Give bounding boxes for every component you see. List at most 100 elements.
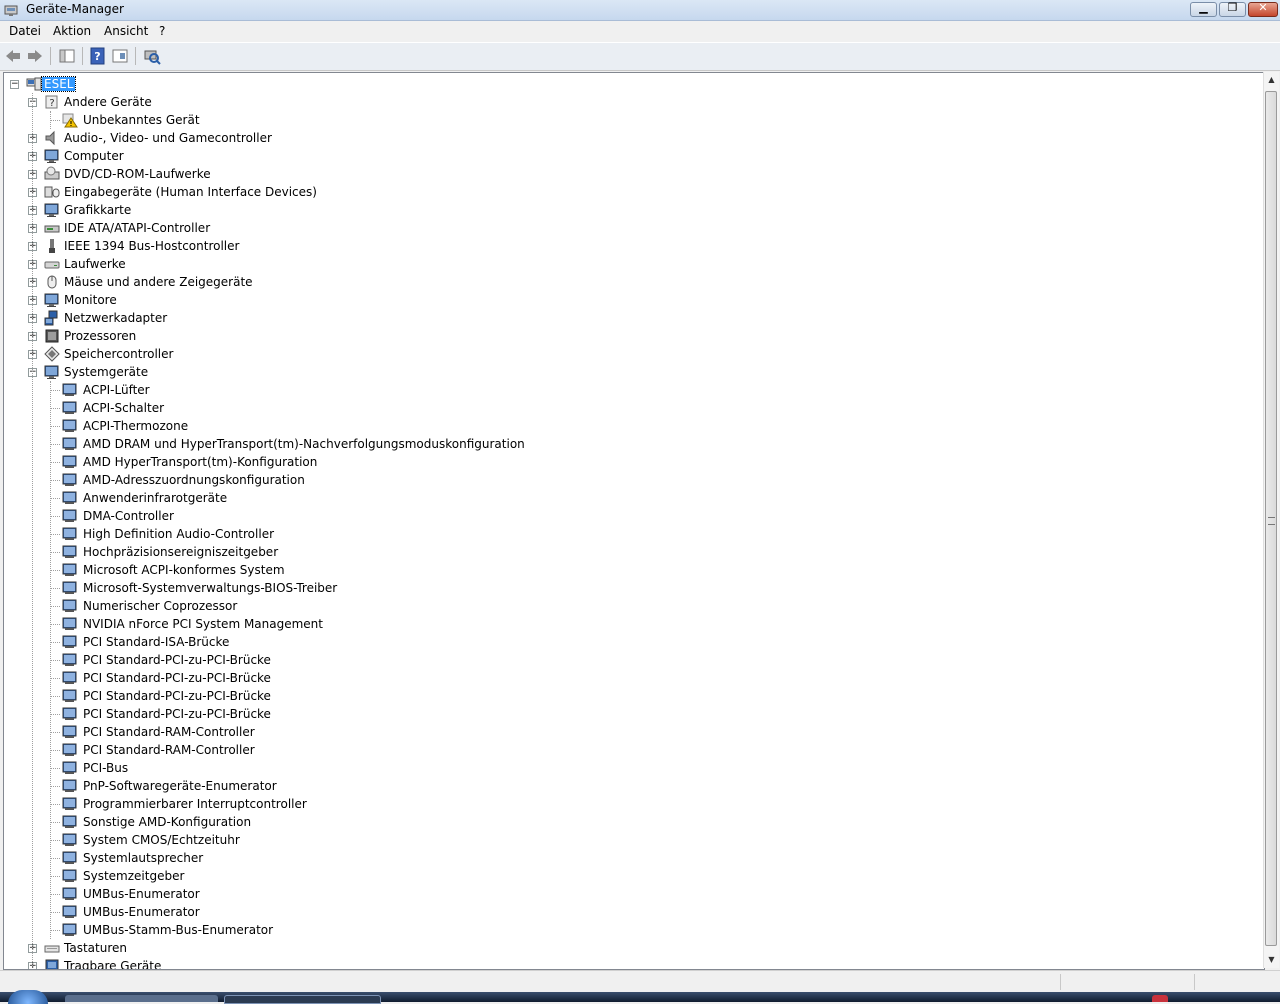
minimize-button[interactable]: ▁ xyxy=(1190,1,1217,17)
tree-device[interactable]: AMD HyperTransport(tm)-Konfiguration xyxy=(81,453,319,471)
toolbar-separator xyxy=(135,47,136,65)
device-tree[interactable]: − ESEL −? Andere Geräte Unbekanntes Gerät + Au… xyxy=(3,72,1265,970)
tree-device[interactable]: UMBus-Enumerator xyxy=(81,885,202,903)
properties-icon[interactable] xyxy=(111,47,129,65)
tree-device[interactable]: Systemlautsprecher xyxy=(81,849,205,867)
tree-device[interactable]: DMA-Controller xyxy=(81,507,176,525)
menu-datei[interactable]: Datei xyxy=(9,24,41,38)
tree-device[interactable]: Hochpräzisionsereigniszeitgeber xyxy=(81,543,280,561)
tree-category[interactable]: Laufwerke xyxy=(62,255,128,273)
menu-ansicht[interactable]: Ansicht xyxy=(104,24,148,38)
tree-device[interactable]: ACPI-Schalter xyxy=(81,399,166,417)
tree-device[interactable]: Microsoft ACPI-konformes System xyxy=(81,561,287,579)
tree-device[interactable]: AMD DRAM und HyperTransport(tm)-Nachverf… xyxy=(81,435,527,453)
child-system-icon xyxy=(62,634,78,650)
tree-item-label: Computer xyxy=(64,149,124,163)
tree-item-label: PnP-Softwaregeräte-Enumerator xyxy=(83,779,277,793)
tree-guide-line xyxy=(50,822,60,823)
tree-device[interactable]: PnP-Softwaregeräte-Enumerator xyxy=(81,777,279,795)
menu-aktion[interactable]: Aktion xyxy=(53,24,91,38)
tree-device[interactable]: ACPI-Lüfter xyxy=(81,381,152,399)
tree-item-label: UMBus-Enumerator xyxy=(83,887,200,901)
restore-button[interactable]: ❐ xyxy=(1219,1,1246,17)
tree-device[interactable]: AMD-Adresszuordnungskonfiguration xyxy=(81,471,307,489)
tree-category[interactable]: Prozessoren xyxy=(62,327,138,345)
tree-guide-line xyxy=(50,480,60,481)
tree-item-label: UMBus-Enumerator xyxy=(83,905,200,919)
tree-device[interactable]: PCI Standard-PCI-zu-PCI-Brücke xyxy=(81,651,273,669)
taskbar-button[interactable] xyxy=(65,995,218,1002)
tree-device[interactable]: System CMOS/Echtzeituhr xyxy=(81,831,242,849)
tree-category[interactable]: Grafikkarte xyxy=(62,201,133,219)
tree-category[interactable]: IDE ATA/ATAPI-Controller xyxy=(62,219,212,237)
tree-guide-line xyxy=(50,552,60,553)
tray-icon[interactable] xyxy=(1152,995,1168,1002)
status-bar xyxy=(0,970,1280,993)
tree-device[interactable]: Numerischer Coprozessor xyxy=(81,597,239,615)
tree-category[interactable]: Mäuse und andere Zeigegeräte xyxy=(62,273,255,291)
collapse-icon[interactable]: − xyxy=(10,80,19,89)
tree-category[interactable]: Systemgeräte xyxy=(62,363,150,381)
child-system-icon xyxy=(62,382,78,398)
device-manager-icon xyxy=(4,5,18,16)
tree-device[interactable]: NVIDIA nForce PCI System Management xyxy=(81,615,325,633)
tree-item-label: Hochpräzisionsereigniszeitgeber xyxy=(83,545,279,559)
tree-item-label: Systemlautsprecher xyxy=(83,851,204,865)
forward-icon[interactable] xyxy=(26,47,44,65)
tree-device[interactable]: PCI Standard-PCI-zu-PCI-Brücke xyxy=(81,669,273,687)
tree-category[interactable]: Audio-, Video- und Gamecontroller xyxy=(62,129,274,147)
tree-device[interactable]: Programmierbarer Interruptcontroller xyxy=(81,795,309,813)
tree-device[interactable]: Sonstige AMD-Konfiguration xyxy=(81,813,253,831)
scroll-down-icon[interactable]: ▼ xyxy=(1264,952,1279,968)
tree-guide-line xyxy=(50,804,60,805)
vertical-scrollbar[interactable]: ▲ ▼ xyxy=(1263,72,1279,968)
tree-device[interactable]: PCI Standard-PCI-zu-PCI-Brücke xyxy=(81,705,273,723)
tree-item-label: PCI Standard-PCI-zu-PCI-Brücke xyxy=(83,671,271,685)
tree-device[interactable]: ACPI-Thermozone xyxy=(81,417,190,435)
tree-device[interactable]: PCI Standard-PCI-zu-PCI-Brücke xyxy=(81,687,273,705)
tree-device[interactable]: PCI Standard-ISA-Brücke xyxy=(81,633,231,651)
scan-hardware-icon[interactable] xyxy=(143,47,161,65)
tree-item-label: Microsoft-Systemverwaltungs-BIOS-Treiber xyxy=(83,581,338,595)
tree-guide-line xyxy=(50,606,60,607)
scrollbar-thumb[interactable] xyxy=(1265,91,1277,946)
help-icon[interactable]: ? xyxy=(89,47,107,65)
computer-root-icon xyxy=(26,76,42,92)
tree-category[interactable]: IEEE 1394 Bus-Hostcontroller xyxy=(62,237,241,255)
tree-device[interactable]: PCI Standard-RAM-Controller xyxy=(81,741,257,759)
tree-category[interactable]: Tastaturen xyxy=(62,939,129,957)
tree-category[interactable]: Monitore xyxy=(62,291,119,309)
tree-device[interactable]: Microsoft-Systemverwaltungs-BIOS-Treiber xyxy=(81,579,339,597)
tree-category[interactable]: Tragbare Geräte xyxy=(62,957,163,969)
tree-category[interactable]: Computer xyxy=(62,147,126,165)
tree-category[interactable]: Netzwerkadapter xyxy=(62,309,169,327)
child-system-icon xyxy=(62,472,78,488)
tree-device[interactable]: Anwenderinfrarotgeräte xyxy=(81,489,229,507)
tree-item-label: PCI-Bus xyxy=(83,761,129,775)
tree-device[interactable]: UMBus-Enumerator xyxy=(81,903,202,921)
show-hide-console-tree-icon[interactable] xyxy=(58,47,76,65)
tree-root[interactable]: ESEL xyxy=(40,75,77,93)
tree-category[interactable]: DVD/CD-ROM-Laufwerke xyxy=(62,165,213,183)
window-title: Geräte-Manager xyxy=(26,2,124,16)
processor-icon xyxy=(44,328,60,344)
firewire-icon xyxy=(44,238,60,254)
tree-device[interactable]: PCI-Bus xyxy=(81,759,130,777)
close-button[interactable]: ✕ xyxy=(1248,1,1278,17)
tree-category[interactable]: Speichercontroller xyxy=(62,345,175,363)
taskbar-button-active[interactable] xyxy=(224,995,381,1004)
tree-device[interactable]: High Definition Audio-Controller xyxy=(81,525,276,543)
menu-help[interactable]: ? xyxy=(159,24,165,38)
tree-device[interactable]: Unbekanntes Gerät xyxy=(81,111,202,129)
tree-device[interactable]: PCI Standard-RAM-Controller xyxy=(81,723,257,741)
child-system-icon xyxy=(62,526,78,542)
scroll-up-icon[interactable]: ▲ xyxy=(1264,72,1279,88)
child-system-icon xyxy=(62,832,78,848)
tree-category[interactable]: Andere Geräte xyxy=(62,93,154,111)
optical-drive-icon xyxy=(44,166,60,182)
tree-device[interactable]: Systemzeitgeber xyxy=(81,867,186,885)
back-icon[interactable] xyxy=(4,47,22,65)
tree-category[interactable]: Eingabegeräte (Human Interface Devices) xyxy=(62,183,319,201)
svg-text:?: ? xyxy=(94,50,100,63)
tree-device[interactable]: UMBus-Stamm-Bus-Enumerator xyxy=(81,921,275,939)
